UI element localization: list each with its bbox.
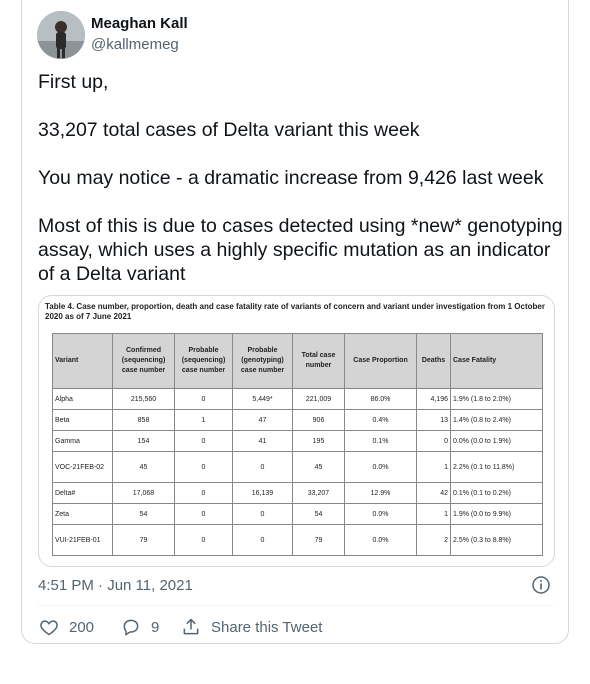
cell-proportion: 0.1%: [344, 430, 417, 452]
cell-probable-seq: 1: [174, 409, 233, 431]
cell-deaths: 1: [416, 503, 451, 525]
like-button[interactable]: 200: [39, 617, 94, 637]
cell-probable-seq: 0: [174, 388, 233, 410]
cell-proportion: 0.4%: [344, 409, 417, 431]
share-label: Share this Tweet: [211, 618, 323, 636]
cell-probable-geno: 47: [232, 409, 293, 431]
cell-confirmed: 858: [112, 409, 175, 431]
cell-probable-geno: 16,139: [232, 482, 293, 504]
cell-deaths: 13: [416, 409, 451, 431]
tweet-timestamp[interactable]: 4:51 PM · Jun 11, 2021: [38, 577, 193, 594]
cell-fatality: 0.1% (0.1 to 0.2%): [450, 482, 543, 504]
tweet-text: First up, 33,207 total cases of Delta va…: [38, 71, 563, 285]
header-variant: Variant: [52, 333, 113, 389]
cell-confirmed: 54: [112, 503, 175, 525]
header-deaths: Deaths: [416, 333, 451, 389]
header-total: Total case number: [292, 333, 345, 389]
author-handle[interactable]: @kallmemeg: [91, 36, 179, 53]
cell-deaths: 1: [416, 451, 451, 483]
cell-proportion: 0.0%: [344, 524, 417, 556]
cell-confirmed: 215,560: [112, 388, 175, 410]
cell-confirmed: 154: [112, 430, 175, 452]
cell-fatality: 1.9% (1.8 to 2.0%): [450, 388, 543, 410]
cell-total: 195: [292, 430, 345, 452]
cell-confirmed: 17,068: [112, 482, 175, 504]
table-row: VUI-21FEB-01 79 0 0 79 0.0% 2 2.5% (0.3 …: [52, 524, 543, 556]
header-probable-geno: Probable (genotyping) case number: [232, 333, 293, 389]
cell-probable-geno: 0: [232, 451, 293, 483]
heart-icon: [40, 620, 58, 636]
cell-fatality: 2.2% (0.1 to 11.8%): [450, 451, 543, 483]
cell-total: 221,009: [292, 388, 345, 410]
cell-confirmed: 45: [112, 451, 175, 483]
cell-fatality: 0.0% (0.0 to 1.9%): [450, 430, 543, 452]
cell-proportion: 0.0%: [344, 451, 417, 483]
reply-count: 9: [151, 618, 160, 636]
cell-variant: Delta#: [52, 482, 113, 504]
info-icon[interactable]: [532, 576, 550, 594]
table-caption: Table 4. Case number, proportion, death …: [45, 302, 545, 321]
cell-total: 33,207: [292, 482, 345, 504]
cell-proportion: 0.0%: [344, 503, 417, 525]
table-row: Delta# 17,068 0 16,139 33,207 12.9% 42 0…: [52, 482, 543, 504]
header-proportion: Case Proportion: [344, 333, 417, 389]
cell-variant: VUI-21FEB-01: [52, 524, 113, 556]
cell-probable-geno: 41: [232, 430, 293, 452]
cell-confirmed: 79: [112, 524, 175, 556]
cell-proportion: 12.9%: [344, 482, 417, 504]
share-icon: [183, 618, 199, 635]
cell-probable-seq: 0: [174, 503, 233, 525]
cell-fatality: 2.5% (0.3 to 8.8%): [450, 524, 543, 556]
cell-deaths: 4,196: [416, 388, 451, 410]
variant-table: Variant Confirmed (sequencing) case numb…: [52, 333, 543, 556]
cell-probable-seq: 0: [174, 430, 233, 452]
tweet-image[interactable]: Table 4. Case number, proportion, death …: [38, 295, 555, 567]
reply-button[interactable]: 9: [121, 617, 159, 637]
cell-proportion: 86.0%: [344, 388, 417, 410]
cell-variant: VOC-21FEB-02: [52, 451, 113, 483]
cell-probable-geno: 0: [232, 503, 293, 525]
table-header-row: Variant Confirmed (sequencing) case numb…: [52, 333, 543, 389]
cell-total: 45: [292, 451, 345, 483]
cell-probable-seq: 0: [174, 524, 233, 556]
cell-variant: Gamma: [52, 430, 113, 452]
table-row: VOC-21FEB-02 45 0 0 45 0.0% 1 2.2% (0.1 …: [52, 451, 543, 483]
cell-probable-geno: 0: [232, 524, 293, 556]
like-count: 200: [69, 618, 95, 636]
cell-probable-geno: 5,449*: [232, 388, 293, 410]
table-row: Zeta 54 0 0 54 0.0% 1 1.9% (0.0 to 9.9%): [52, 503, 543, 525]
table-row: Beta 858 1 47 906 0.4% 13 1.4% (0.8 to 2…: [52, 409, 543, 431]
cell-probable-seq: 0: [174, 482, 233, 504]
header-probable-seq: Probable (sequencing) case number: [174, 333, 233, 389]
cell-probable-seq: 0: [174, 451, 233, 483]
cell-deaths: 0: [416, 430, 451, 452]
cell-deaths: 42: [416, 482, 451, 504]
cell-fatality: 1.4% (0.8 to 2.4%): [450, 409, 543, 431]
cell-variant: Zeta: [52, 503, 113, 525]
header-confirmed: Confirmed (sequencing) case number: [112, 333, 175, 389]
avatar[interactable]: [37, 11, 85, 59]
divider: [38, 605, 553, 606]
reply-icon: [123, 619, 139, 636]
cell-variant: Beta: [52, 409, 113, 431]
cell-fatality: 1.9% (0.0 to 9.9%): [450, 503, 543, 525]
author-name[interactable]: Meaghan Kall: [91, 15, 188, 32]
cell-total: 906: [292, 409, 345, 431]
cell-deaths: 2: [416, 524, 451, 556]
table-row: Gamma 154 0 41 195 0.1% 0 0.0% (0.0 to 1…: [52, 430, 543, 452]
cell-total: 79: [292, 524, 345, 556]
cell-variant: Alpha: [52, 388, 113, 410]
cell-total: 54: [292, 503, 345, 525]
header-fatality: Case Fatality: [450, 333, 543, 389]
table-row: Alpha 215,560 0 5,449* 221,009 86.0% 4,1…: [52, 388, 543, 410]
share-button[interactable]: Share this Tweet: [181, 617, 322, 637]
